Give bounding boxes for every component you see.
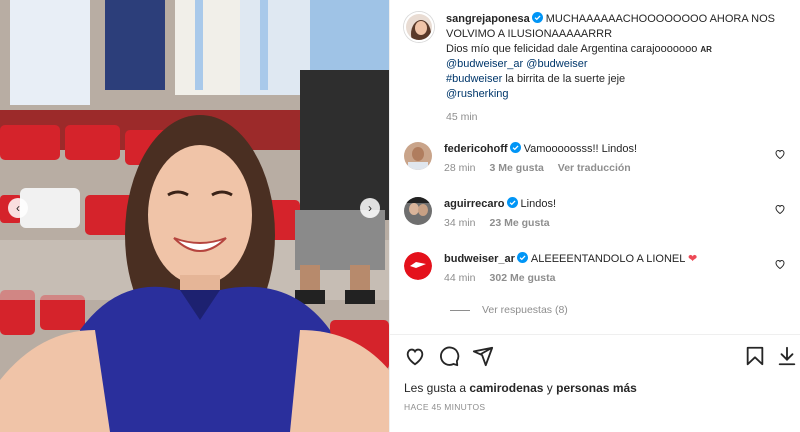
- caption-line3: Dios mío que felicidad dale Argentina ca…: [446, 43, 698, 55]
- mention-link[interactable]: @rusherking: [446, 88, 509, 100]
- post-caption: sangrejaponesa MUCHAAAAAACHOOOOOOOO AHORA…: [404, 12, 786, 125]
- comment-time: 44 min: [444, 272, 476, 284]
- comment-text: Vamooooosss!! Lindos!: [523, 143, 638, 155]
- replies-divider: [450, 309, 470, 311]
- bookmark-icon[interactable]: [744, 345, 766, 367]
- caption-tail: la birrita de la suerte jeje: [505, 73, 626, 85]
- verified-badge-icon: [516, 252, 528, 263]
- heart-icon[interactable]: [774, 148, 786, 160]
- comment-item: federicohoff Vamooooosss!! Lindos! 28 min…: [404, 142, 786, 176]
- caption-line1: MUCHAAAAAACHOOOOOOOO AHORA NOS: [545, 13, 775, 25]
- post-details-pane: sangrejaponesa MUCHAAAAAACHOOOOOOOO AHORA…: [389, 0, 800, 432]
- mention-link[interactable]: @budweiser: [526, 58, 587, 70]
- comment-icon[interactable]: [438, 345, 460, 367]
- view-replies-label: Ver respuestas (8): [482, 304, 568, 316]
- download-icon[interactable]: [776, 345, 798, 367]
- avatar[interactable]: [404, 142, 432, 170]
- verified-badge-icon: [531, 12, 543, 23]
- post-time: 45 min: [446, 111, 478, 123]
- red-heart-emoji: ❤: [688, 253, 698, 265]
- comment-item: budweiser_ar ALEEEENTANDOLO A LIONEL ❤ 44…: [404, 252, 786, 286]
- verified-badge-icon: [509, 142, 521, 153]
- comment-likes[interactable]: 302 Me gusta: [490, 271, 556, 286]
- heart-icon[interactable]: [774, 203, 786, 215]
- post-username[interactable]: sangrejaponesa: [446, 13, 530, 25]
- likes-summary: Les gusta a camirodenas y personas más: [404, 381, 637, 395]
- chevron-right-icon: ›: [368, 201, 372, 215]
- chevron-left-icon: ‹: [16, 201, 20, 215]
- likes-conj: y: [546, 381, 553, 395]
- likes-user-link[interactable]: camirodenas: [469, 381, 543, 395]
- comment-content: federicohoff Vamooooosss!! Lindos! 28 min…: [444, 142, 786, 176]
- comment-time: 28 min: [444, 162, 476, 174]
- avatar[interactable]: [404, 12, 434, 42]
- stadium-selfie-image: [0, 0, 389, 432]
- caption-content: sangrejaponesa MUCHAAAAAACHOOOOOOOO AHORA…: [446, 12, 786, 125]
- hashtag-link[interactable]: #budweiser: [446, 73, 502, 85]
- post-photo: ‹ ›: [0, 0, 389, 432]
- verified-badge-icon: [506, 197, 518, 208]
- share-icon[interactable]: [472, 345, 494, 367]
- post-timestamp: HACE 45 MINUTOS: [404, 402, 486, 412]
- mention-link[interactable]: @budweiser_ar: [446, 58, 523, 70]
- avatar[interactable]: [404, 197, 432, 225]
- comment-likes[interactable]: 23 Me gusta: [490, 216, 550, 231]
- view-replies-button[interactable]: Ver respuestas (8): [450, 304, 568, 316]
- next-photo-button[interactable]: ›: [360, 198, 380, 218]
- comment-username[interactable]: budweiser_ar: [444, 253, 515, 265]
- heart-icon[interactable]: [774, 258, 786, 270]
- comment-likes[interactable]: 3 Me gusta: [490, 161, 544, 176]
- flag-label: AR: [700, 45, 712, 54]
- comment-item: aguirrecaro Lindos! 34 min 23 Me gusta: [404, 197, 786, 231]
- previous-photo-button[interactable]: ‹: [8, 198, 28, 218]
- translate-link[interactable]: Ver traducción: [558, 161, 631, 176]
- comment-time: 34 min: [444, 217, 476, 229]
- avatar[interactable]: [404, 252, 432, 280]
- heart-icon[interactable]: [404, 345, 426, 367]
- comment-content: aguirrecaro Lindos! 34 min 23 Me gusta: [444, 197, 786, 231]
- caption-line2: VOLVIMO A ILUSIONAAAAARRR: [446, 28, 613, 40]
- comment-content: budweiser_ar ALEEEENTANDOLO A LIONEL ❤ 44…: [444, 252, 786, 286]
- action-bar: [390, 334, 800, 378]
- comment-text: Lindos!: [520, 198, 557, 210]
- comment-username[interactable]: federicohoff: [444, 143, 508, 155]
- comment-username[interactable]: aguirrecaro: [444, 198, 505, 210]
- likes-prefix: Les gusta a: [404, 381, 467, 395]
- likes-others-link[interactable]: personas más: [556, 381, 637, 395]
- comment-text: ALEEEENTANDOLO A LIONEL: [530, 253, 685, 265]
